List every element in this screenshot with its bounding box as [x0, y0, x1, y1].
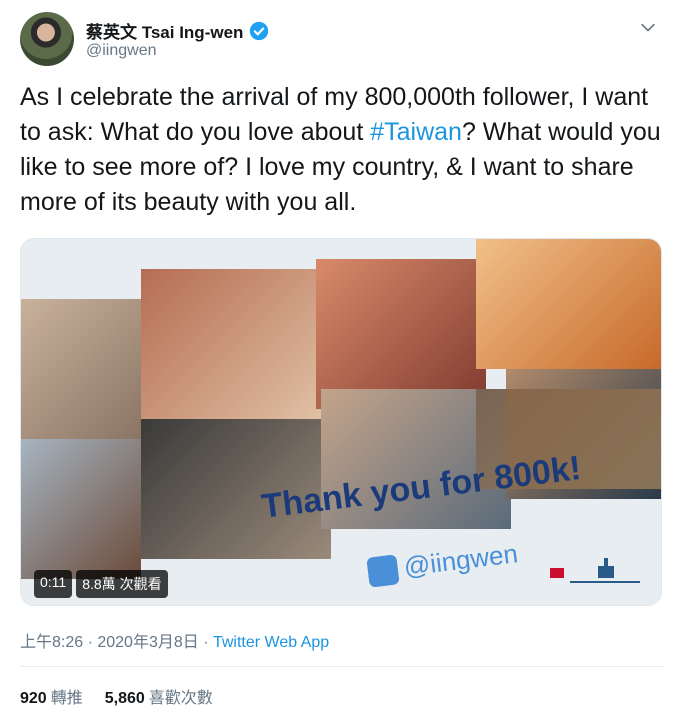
divider [20, 666, 664, 667]
source-app-link[interactable]: Twitter Web App [213, 634, 329, 651]
retweet-icon [366, 554, 400, 588]
retweet-stat[interactable]: 920 轉推 [20, 684, 83, 708]
video-duration: 0:11 [34, 570, 73, 598]
collage-photo [141, 269, 321, 419]
author-handle[interactable]: @iingwen [86, 42, 157, 60]
collage-photo [21, 439, 141, 579]
presidential-office-logo-icon [550, 558, 640, 583]
tweet-meta: 上午8:26 · 2020年3月8日 · Twitter Web App [20, 628, 329, 652]
view-count: 8.8萬 次觀看 [76, 570, 168, 598]
collage-photo [316, 259, 486, 409]
meta-separator: · [198, 634, 213, 651]
video-info: 0:11 8.8萬 次觀看 [34, 570, 168, 598]
author-name-row[interactable]: 蔡英文 Tsai Ing-wen [86, 18, 269, 43]
collage-photo [476, 239, 661, 369]
verified-badge-icon [250, 21, 269, 40]
avatar[interactable] [20, 12, 74, 66]
like-label: 喜歡次數 [148, 690, 213, 707]
tweet-header: 蔡英文 Tsai Ing-wen @iingwen [20, 12, 664, 66]
timestamp[interactable]: 上午8:26 · 2020年3月8日 [20, 634, 199, 651]
retweet-label: 轉推 [50, 690, 83, 707]
like-stat[interactable]: 5,860 喜歡次數 [105, 684, 213, 708]
like-count: 5,860 [104, 690, 145, 707]
chevron-down-icon[interactable] [638, 18, 658, 38]
tweet-text: As I celebrate the arrival of my 800,000… [20, 80, 664, 220]
collage-photo [21, 299, 141, 439]
hashtag-link[interactable]: #Taiwan [370, 118, 462, 146]
retweet-count: 920 [20, 690, 47, 707]
tweet-stats: 920 轉推 5,860 喜歡次數 [20, 684, 213, 708]
display-name[interactable]: 蔡英文 Tsai Ing-wen [86, 18, 243, 43]
